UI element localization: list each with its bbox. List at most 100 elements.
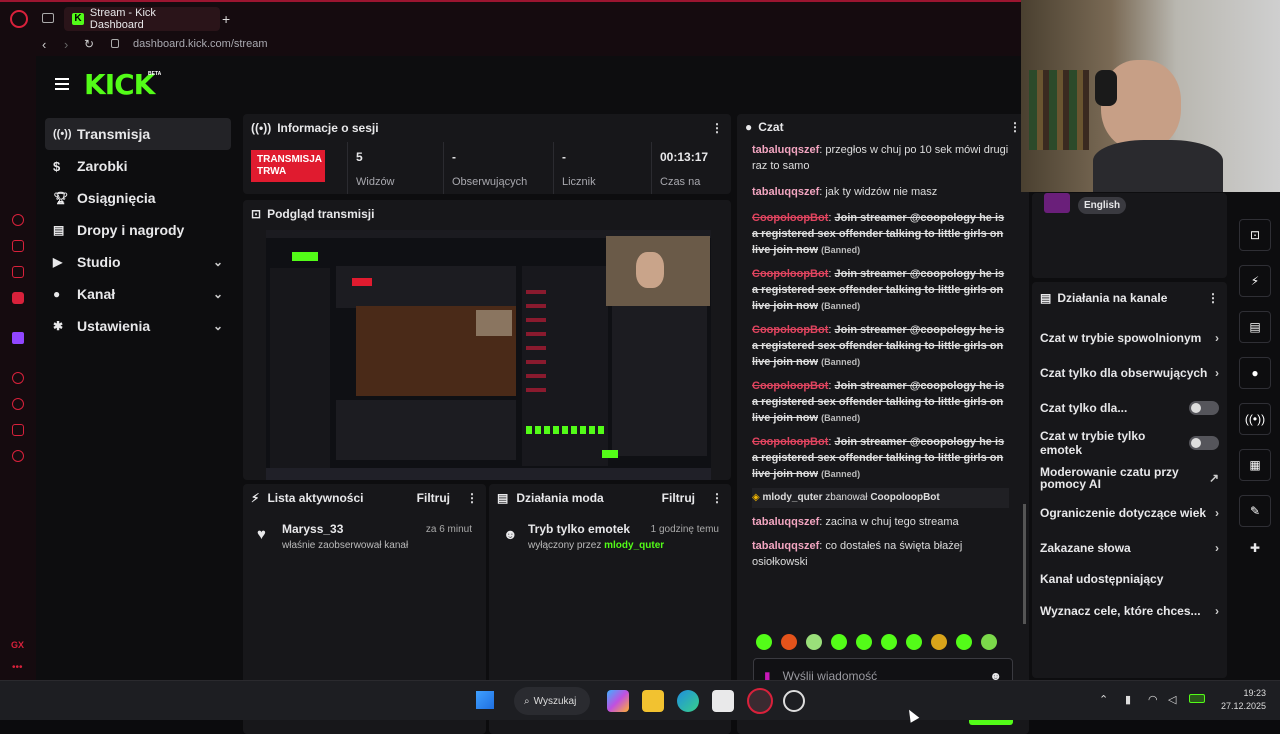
- action-ai-moderation[interactable]: Moderowanie czatu przy pomocy AI ↗: [1032, 460, 1227, 495]
- chat-bubble-icon[interactable]: ●: [1239, 357, 1271, 389]
- new-tab-button[interactable]: +: [222, 11, 230, 27]
- gaming-icon[interactable]: [12, 240, 24, 252]
- stat-value: -: [452, 150, 456, 164]
- store-icon[interactable]: [712, 690, 734, 712]
- broadcast-icon[interactable]: ((•)): [1239, 403, 1271, 435]
- nav-item-zarobki[interactable]: $ Zarobki: [45, 150, 231, 182]
- gear-icon: ✱: [53, 319, 64, 333]
- action-age-restriction[interactable]: Ograniczenie dotyczące wiek ›: [1032, 495, 1227, 530]
- forward-icon[interactable]: ›: [64, 37, 68, 52]
- chat-username[interactable]: tabaluqqszef: [752, 144, 819, 156]
- messenger-icon[interactable]: [12, 292, 24, 304]
- action-hosting-channel[interactable]: Kanał udostępniający: [1032, 565, 1227, 593]
- microphone-icon[interactable]: ▮: [1125, 693, 1131, 706]
- action-subscribers-only[interactable]: Czat tylko dla...: [1032, 390, 1227, 425]
- settings-icon[interactable]: [12, 450, 24, 462]
- emote-icon[interactable]: [981, 634, 997, 650]
- extensions-icon[interactable]: [12, 424, 24, 436]
- emote-icon[interactable]: [956, 634, 972, 650]
- chat-username[interactable]: tabaluqqszef: [752, 540, 819, 552]
- action-label: Wyznacz cele, które chces...: [1040, 603, 1201, 618]
- chat-username[interactable]: CoopoloopBot: [752, 268, 828, 280]
- action-followers-only[interactable]: Czat tylko dla obserwujących ›: [1032, 355, 1227, 390]
- toggle-switch[interactable]: [1189, 435, 1219, 450]
- taskbar-search[interactable]: ⌕ Wyszukaj: [514, 687, 590, 715]
- volume-icon[interactable]: ◁: [1168, 693, 1176, 706]
- emote-icon[interactable]: [906, 634, 922, 650]
- mod-filter-button[interactable]: Filtruj: [662, 491, 695, 505]
- reload-icon[interactable]: ↻: [84, 37, 94, 51]
- discord-icon[interactable]: [12, 266, 24, 278]
- toggle-switch[interactable]: [1189, 400, 1219, 415]
- obs-icon[interactable]: [783, 690, 805, 712]
- chat-username[interactable]: CoopoloopBot: [752, 436, 828, 448]
- edge-icon[interactable]: [677, 690, 699, 712]
- player-icon[interactable]: [12, 372, 24, 384]
- add-widget-icon[interactable]: ✚: [1239, 541, 1271, 555]
- browser-tab-active[interactable]: K Stream - Kick Dashboard: [64, 7, 220, 31]
- wrench-icon[interactable]: ✎: [1239, 495, 1271, 527]
- nav-item-ustawienia[interactable]: ✱ Ustawienia ⌄: [45, 310, 231, 342]
- more-vertical-icon[interactable]: ⋮: [466, 491, 478, 505]
- chat-username[interactable]: CoopoloopBot: [752, 212, 828, 224]
- windows-start-icon[interactable]: [476, 691, 494, 709]
- action-slow-mode[interactable]: Czat w trybie spowolnionym ›: [1032, 320, 1227, 355]
- more-vertical-icon[interactable]: ⋮: [711, 491, 723, 505]
- chat-scrollbar[interactable]: [1023, 504, 1026, 624]
- battery-icon[interactable]: [1189, 694, 1205, 703]
- language-tag[interactable]: English: [1078, 197, 1127, 214]
- heart-icon: ♥: [257, 526, 266, 543]
- lightning-icon[interactable]: ⚡︎: [1239, 265, 1271, 297]
- layout-icon[interactable]: ▦: [1239, 449, 1271, 481]
- mod-action-title: Tryb tylko emotek: [528, 522, 631, 536]
- nav-item-transmisja[interactable]: ((•)) Transmisja: [45, 118, 231, 150]
- tab-manager-icon[interactable]: [42, 13, 54, 23]
- kick-logo[interactable]: KICK: [84, 68, 155, 101]
- mod-action-user[interactable]: mlody_quter: [604, 540, 664, 551]
- more-vertical-icon[interactable]: ⋮: [711, 121, 723, 135]
- more-vertical-icon[interactable]: ⋮: [1207, 291, 1219, 305]
- action-banned-words[interactable]: Zakazane słowa ›: [1032, 530, 1227, 565]
- chevron-right-icon: ›: [1215, 603, 1219, 618]
- aria-icon[interactable]: [12, 214, 24, 226]
- chat-username[interactable]: tabaluqqszef: [752, 186, 819, 198]
- action-set-goals[interactable]: Wyznacz cele, które chces... ›: [1032, 593, 1227, 628]
- activity-filter-button[interactable]: Filtruj: [417, 491, 450, 505]
- twitch-icon[interactable]: [12, 332, 24, 344]
- opera-gx-icon[interactable]: [747, 688, 773, 714]
- gx-icon[interactable]: GX: [11, 640, 24, 650]
- activity-user[interactable]: Maryss_33: [282, 522, 343, 536]
- emote-icon[interactable]: [756, 634, 772, 650]
- file-explorer-icon[interactable]: [642, 690, 664, 712]
- hamburger-menu-icon[interactable]: [55, 78, 69, 90]
- more-icon[interactable]: •••: [12, 662, 23, 673]
- nav-item-osiagniecia[interactable]: 🏆︎ Osiągnięcia: [45, 182, 231, 214]
- copilot-icon[interactable]: [607, 690, 629, 712]
- nav-item-kanal[interactable]: ● Kanał ⌄: [45, 278, 231, 310]
- chat-username[interactable]: tabaluqqszef: [752, 516, 819, 528]
- emote-icon[interactable]: [931, 634, 947, 650]
- chevron-up-icon[interactable]: ⌃: [1099, 693, 1108, 706]
- back-icon[interactable]: ‹: [42, 37, 46, 52]
- action-emote-only[interactable]: Czat w trybie tylko emotek: [1032, 425, 1227, 460]
- nav-item-studio[interactable]: ▶ Studio ⌄: [45, 246, 231, 278]
- opera-logo-icon[interactable]: [10, 10, 28, 28]
- chat-username[interactable]: CoopoloopBot: [752, 380, 828, 392]
- more-vertical-icon[interactable]: ⋮: [1009, 120, 1021, 134]
- ban-notice-moderator[interactable]: mlody_quter: [762, 492, 822, 503]
- ban-notice-target[interactable]: CoopoloopBot: [870, 492, 939, 503]
- document-icon[interactable]: ▤: [1239, 311, 1271, 343]
- emote-icon[interactable]: [856, 634, 872, 650]
- preview-icon[interactable]: ⊡: [1239, 219, 1271, 251]
- url-field[interactable]: dashboard.kick.com/stream: [133, 38, 268, 50]
- emote-icon[interactable]: [806, 634, 822, 650]
- chat-username[interactable]: CoopoloopBot: [752, 324, 828, 336]
- history-icon[interactable]: [12, 398, 24, 410]
- wifi-icon[interactable]: ◠: [1148, 693, 1158, 706]
- emote-icon[interactable]: [781, 634, 797, 650]
- emote-icon[interactable]: [881, 634, 897, 650]
- taskbar-clock[interactable]: 19:23 27.12.2025: [1218, 687, 1266, 713]
- nav-item-dropy[interactable]: ▤ Dropy i nagrody: [45, 214, 231, 246]
- emote-icon[interactable]: [831, 634, 847, 650]
- stream-preview-video[interactable]: [266, 230, 711, 480]
